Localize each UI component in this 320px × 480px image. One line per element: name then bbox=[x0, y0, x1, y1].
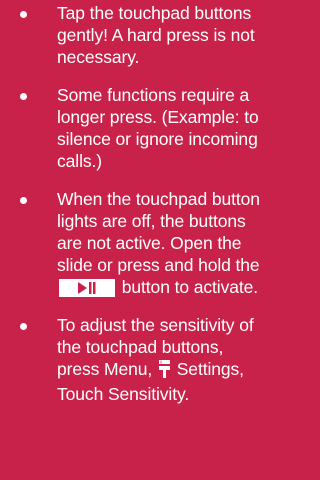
menu-key-icon bbox=[158, 360, 170, 383]
tip-text: Some functions require a longer press. (… bbox=[57, 85, 259, 171]
tip-item-longer-press: Some functions require a longer press. (… bbox=[20, 84, 261, 172]
tip-item-buttons-inactive: When the touchpad button lights are off,… bbox=[20, 188, 261, 298]
tips-list: Tap the touchpad buttons gently! A hard … bbox=[20, 2, 261, 405]
bullet-icon bbox=[20, 11, 27, 18]
bullet-icon bbox=[20, 197, 27, 204]
tip-item-sensitivity: To adjust the sensitivity of the touchpa… bbox=[20, 314, 261, 405]
tip-text: Tap the touchpad buttons gently! A hard … bbox=[57, 3, 255, 67]
page: Tap the touchpad buttons gently! A hard … bbox=[0, 0, 273, 480]
tip-text: button to activate. bbox=[121, 277, 259, 297]
bullet-icon bbox=[20, 93, 27, 100]
bullet-icon bbox=[20, 323, 27, 330]
tip-text: When the touchpad button lights are off,… bbox=[57, 189, 260, 275]
play-pause-icon bbox=[59, 279, 115, 297]
tip-item-gentle-tap: Tap the touchpad buttons gently! A hard … bbox=[20, 2, 261, 68]
